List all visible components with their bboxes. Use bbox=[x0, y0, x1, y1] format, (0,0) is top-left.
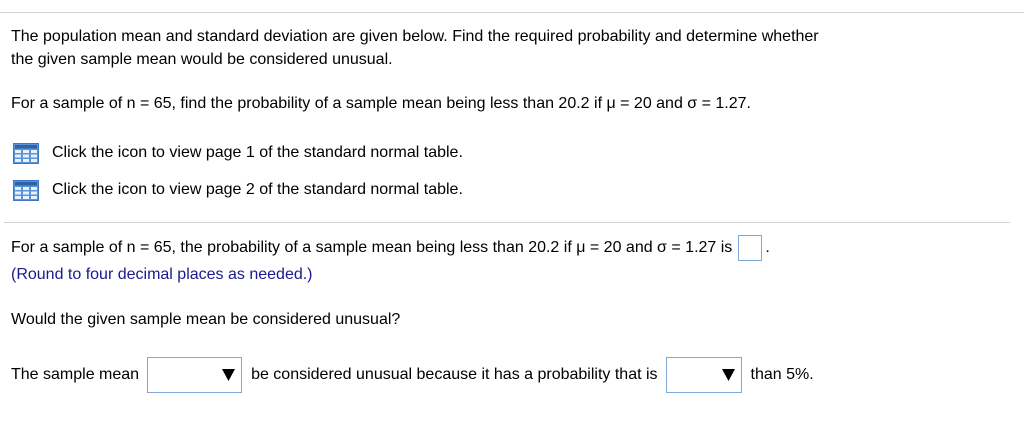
answer-statement: For a sample of n = 65, the probability … bbox=[11, 235, 770, 261]
top-divider bbox=[0, 12, 1024, 13]
chevron-down-icon[interactable] bbox=[719, 358, 737, 392]
dropdown-1-value[interactable] bbox=[148, 358, 220, 392]
dropdown-2-value[interactable] bbox=[667, 358, 720, 392]
table-icon[interactable] bbox=[13, 142, 39, 164]
normal-table-page-1-label[interactable]: Click the icon to view page 1 of the sta… bbox=[52, 142, 463, 164]
probability-answer-input[interactable] bbox=[738, 235, 763, 261]
statement-part-1: The sample mean bbox=[11, 366, 140, 383]
would-would-not-dropdown[interactable] bbox=[147, 357, 243, 393]
statement-part-2: be considered unusual because it has a p… bbox=[251, 366, 658, 383]
section-divider bbox=[4, 222, 1010, 223]
normal-table-page-2-label[interactable]: Click the icon to view page 2 of the sta… bbox=[52, 179, 463, 201]
question-intro-line-1: The population mean and standard deviati… bbox=[11, 28, 819, 45]
table-icon[interactable] bbox=[13, 179, 39, 201]
unusual-question: Would the given sample mean be considere… bbox=[11, 311, 401, 328]
unusual-statement: The sample mean be considered unusual be… bbox=[11, 357, 814, 393]
greater-less-dropdown[interactable] bbox=[665, 357, 742, 393]
statement-part-3: than 5%. bbox=[750, 366, 814, 383]
rounding-hint: (Round to four decimal places as needed.… bbox=[11, 266, 313, 283]
answer-period: . bbox=[765, 239, 770, 256]
answer-prompt: For a sample of n = 65, the probability … bbox=[11, 239, 733, 256]
question-intro-line-2: the given sample mean would be considere… bbox=[11, 51, 393, 68]
question-given: For a sample of n = 65, find the probabi… bbox=[11, 95, 751, 112]
normal-table-page-2-link[interactable]: Click the icon to view page 2 of the sta… bbox=[13, 179, 463, 201]
normal-table-page-1-link[interactable]: Click the icon to view page 1 of the sta… bbox=[13, 142, 463, 164]
chevron-down-icon[interactable] bbox=[220, 358, 238, 392]
